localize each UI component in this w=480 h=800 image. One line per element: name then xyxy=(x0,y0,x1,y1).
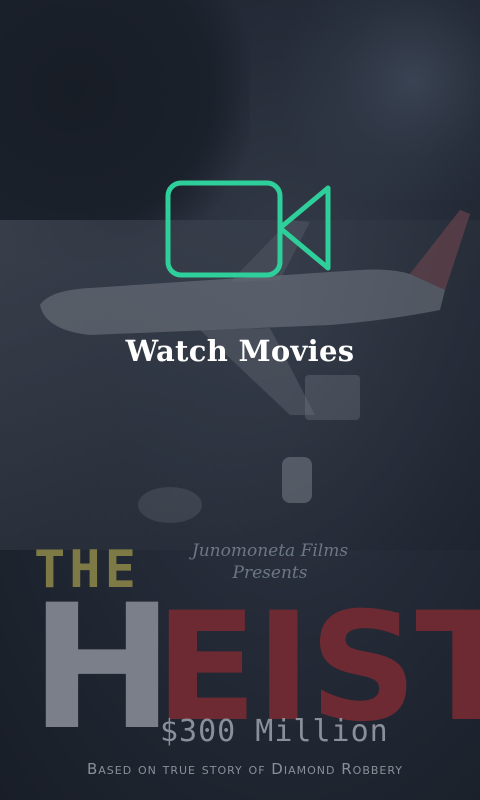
splash-screen: THE Junomoneta Films Presents H EIST $30… xyxy=(0,0,480,800)
video-camera-icon xyxy=(165,180,331,278)
poster-credit: Junomoneta Films Presents xyxy=(160,540,380,584)
poster-title-h: H xyxy=(30,567,174,768)
poster-tagline: Based on true story of Diamond Robbery xyxy=(86,760,404,778)
poster-credit-studio: Junomoneta Films xyxy=(191,541,349,561)
poster-amount: $300 Million xyxy=(160,714,389,749)
app-title: Watch Movies xyxy=(125,334,355,368)
